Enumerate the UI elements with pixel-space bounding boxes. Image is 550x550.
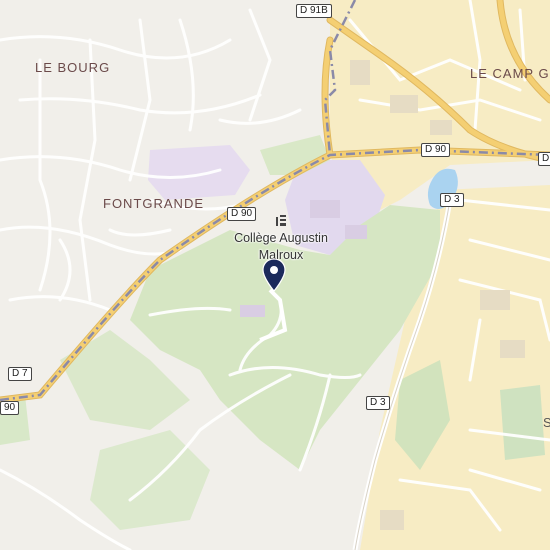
forest-far-east bbox=[500, 385, 545, 460]
school-grounds-fontgrande bbox=[148, 145, 250, 200]
road-shield-d91b: D 91B bbox=[296, 4, 332, 18]
road-shield-d3-south: D 3 bbox=[366, 396, 390, 410]
place-label-le-bourg: LE BOURG bbox=[35, 60, 111, 75]
edge-label: S bbox=[543, 415, 550, 430]
map-pin-icon[interactable] bbox=[262, 258, 286, 297]
road-shield-d7: D 7 bbox=[8, 367, 32, 381]
road-shield-d3-north: D 3 bbox=[440, 193, 464, 207]
map-canvas[interactable]: LE BOURG LE CAMP G FONTGRANDE D 91B D 90… bbox=[0, 0, 550, 550]
place-label-le-camp: LE CAMP G bbox=[470, 66, 550, 81]
place-label-fontgrande: FONTGRANDE bbox=[103, 196, 204, 211]
road-shield-d90-east: D 90 bbox=[421, 143, 451, 157]
road-shield-d90-west: 90 bbox=[0, 401, 20, 415]
poi-college[interactable]: Collège Augustin Malroux bbox=[222, 214, 340, 264]
road-shield-d90-edge: D bbox=[538, 152, 550, 166]
poi-name-line1: Collège Augustin bbox=[234, 231, 328, 245]
school-icon bbox=[222, 214, 340, 230]
